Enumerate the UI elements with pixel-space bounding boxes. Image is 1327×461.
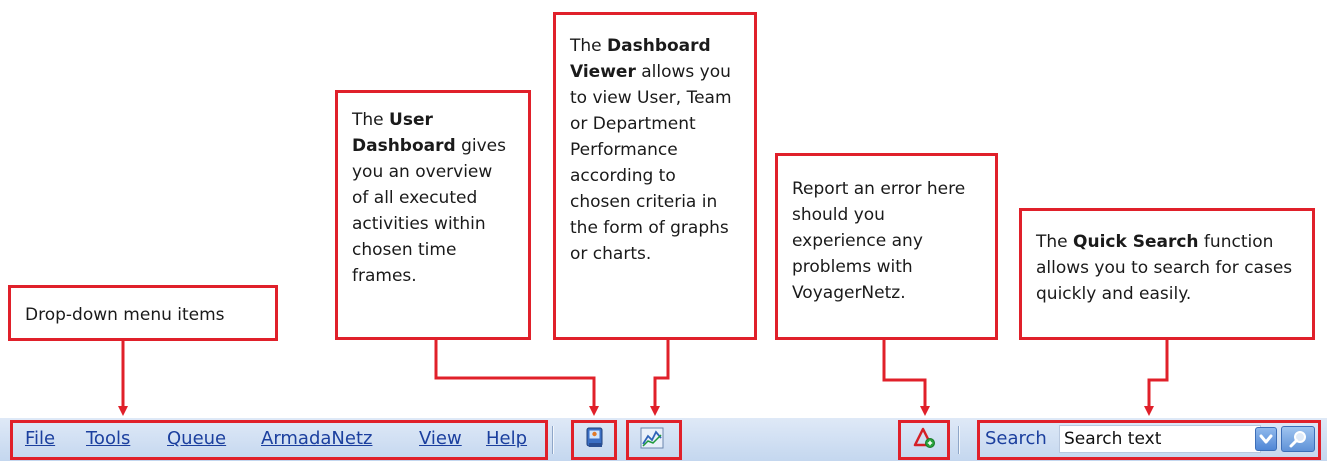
callout-user-dashboard: The User Dashboard gives you an overview… [335, 90, 531, 340]
arrow-dashboard-viewer [650, 340, 670, 416]
callout-dashboard-viewer: The Dashboard Viewer allows you to view … [553, 12, 757, 340]
callout-quick-search: The Quick Search function allows you to … [1019, 208, 1315, 340]
highlight-dashboard-viewer [626, 420, 682, 460]
callout-user-dashboard-post: gives you an overview of all executed ac… [352, 136, 506, 286]
callout-quick-search-bold: Quick Search [1073, 232, 1199, 252]
callout-report-error: Report an error here should you experien… [775, 153, 998, 340]
highlight-user-dashboard [571, 420, 617, 460]
arrow-report-error [882, 340, 930, 416]
callout-dashboard-viewer-pre: The [570, 36, 608, 56]
highlight-quick-search [977, 420, 1321, 460]
arrow-quick-search [1144, 340, 1169, 416]
callout-dropdown-menu: Drop-down menu items [8, 285, 278, 341]
callout-dashboard-viewer-post: allows you to view User, Team or Departm… [570, 62, 732, 264]
toolbar-separator [958, 426, 960, 454]
callout-quick-search-pre: The [1036, 232, 1074, 252]
highlight-menu-items [10, 420, 548, 460]
callout-dropdown-text: Drop-down menu items [25, 305, 225, 325]
arrow-user-dashboard [434, 340, 599, 416]
highlight-report-error [898, 420, 950, 460]
toolbar-separator [552, 426, 554, 454]
callout-user-dashboard-pre: The [352, 110, 390, 130]
callout-report-error-text: Report an error here should you experien… [792, 179, 966, 303]
